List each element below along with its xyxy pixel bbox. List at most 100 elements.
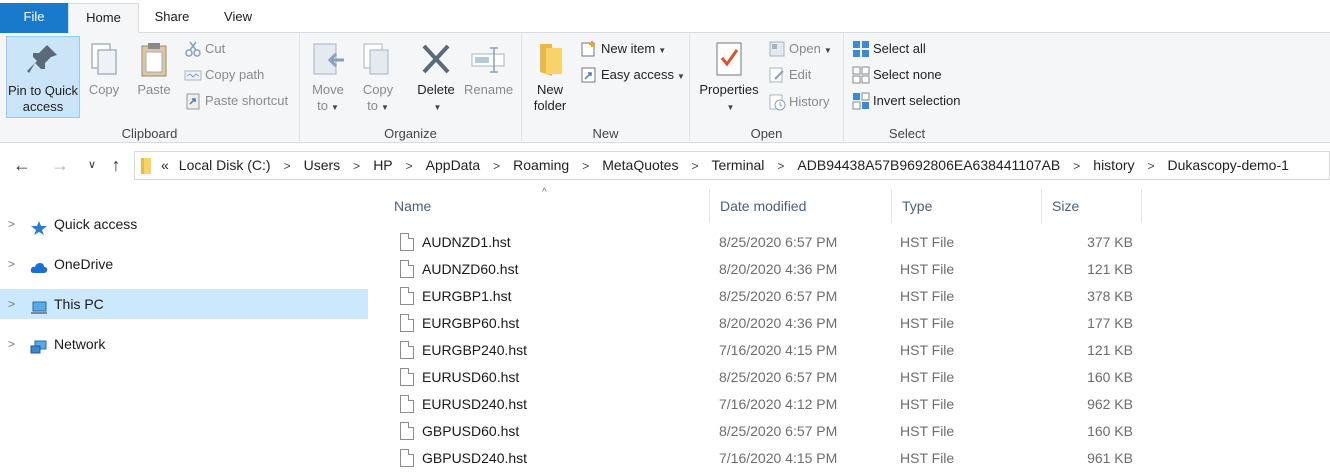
file-date: 8/20/2020 4:36 PM (719, 261, 838, 277)
chevron-right-icon[interactable]: > (582, 153, 589, 180)
file-row[interactable]: AUDNZD60.hst 8/20/2020 4:36 PM HST File 121… (384, 256, 1144, 283)
file-size: 377 KB (1087, 234, 1133, 250)
file-row[interactable]: EURGBP60.hst 8/20/2020 4:36 PM HST File 177… (384, 310, 1144, 337)
file-icon (400, 395, 414, 413)
rename-button[interactable]: Rename (464, 36, 514, 98)
pin-to-quick-access-button[interactable]: Pin to Quick access (6, 36, 80, 118)
nav-item-quick-access[interactable]: > Quick access (0, 209, 368, 239)
nav-item-onedrive[interactable]: > OneDrive (0, 249, 368, 279)
forward-button[interactable]: → (48, 153, 72, 177)
column-header-date[interactable]: Date modified (710, 189, 892, 223)
rename-label: Rename (464, 82, 514, 97)
pin-label-1: Pin to Quick (7, 83, 79, 98)
chevron-right-icon[interactable]: > (1148, 153, 1155, 180)
chevron-right-icon[interactable]: > (284, 153, 291, 180)
select-all-icon (852, 40, 870, 58)
select-all-button[interactable]: Select all (852, 38, 926, 60)
tab-view[interactable]: View (205, 3, 271, 33)
chevron-down-icon: ▼ (823, 46, 832, 55)
file-type: HST File (900, 261, 955, 277)
copy-button[interactable]: Copy (84, 36, 124, 98)
copy-path-label: Copy path (205, 67, 265, 82)
file-row[interactable]: EURUSD240.hst 7/16/2020 4:12 PM HST File 96… (384, 391, 1144, 418)
tab-home[interactable]: Home (68, 3, 139, 34)
file-row[interactable]: AUDNZD1.hst 8/25/2020 6:57 PM HST File 377 … (384, 229, 1144, 256)
file-row[interactable]: GBPUSD60.hst 8/25/2020 6:57 PM HST File 160… (384, 418, 1144, 445)
file-icon (400, 368, 414, 386)
up-button[interactable]: ↑ (104, 153, 128, 177)
file-type: HST File (900, 396, 955, 412)
select-none-button[interactable]: Select none (852, 64, 942, 86)
file-date: 8/20/2020 4:36 PM (719, 315, 838, 331)
paste-shortcut-label: Paste shortcut (205, 93, 289, 108)
breadcrumb-item[interactable]: Roaming (513, 152, 569, 179)
file-icon (400, 233, 414, 251)
chevron-right-icon[interactable]: > (406, 153, 413, 180)
recent-locations-button[interactable]: ∨ (80, 153, 104, 177)
tab-file[interactable]: File (0, 3, 68, 33)
chevron-right-icon: > (8, 297, 16, 311)
open-group: Properties ▼ Open ▼ Edit History Open (690, 33, 844, 143)
column-header-type[interactable]: Type (892, 189, 1042, 223)
nav-item-network[interactable]: > Network (0, 329, 368, 359)
delete-x-icon (418, 40, 454, 78)
column-header-size[interactable]: Size (1042, 189, 1142, 223)
chevron-right-icon[interactable]: > (777, 153, 784, 180)
file-size: 961 KB (1087, 450, 1133, 466)
copy-to-label-1: Copy (362, 82, 394, 97)
paste-button[interactable]: Paste (132, 36, 176, 98)
breadcrumb-item[interactable]: Local Disk (C:) (179, 152, 271, 179)
chevron-right-icon[interactable]: > (353, 153, 360, 180)
breadcrumb-item[interactable]: HP (373, 152, 392, 179)
new-item-button[interactable]: New item ▼ (580, 38, 666, 60)
new-folder-button[interactable]: New folder (530, 36, 570, 114)
chevron-right-icon[interactable]: > (493, 153, 500, 180)
file-name: EURUSD240.hst (422, 396, 528, 412)
paste-shortcut-button[interactable]: Paste shortcut (184, 90, 288, 112)
breadcrumb: Local Disk (C:) > Users > HP > AppData > Roaming… (179, 157, 1289, 173)
column-header-name[interactable]: ^ Name (384, 187, 710, 223)
pin-label-2: access (22, 99, 64, 114)
breadcrumb-item[interactable]: Terminal (711, 152, 764, 179)
breadcrumb-item[interactable]: ADB94438A57B9692806EA638441107AB (797, 152, 1060, 179)
easy-access-button[interactable]: Easy access ▼ (580, 64, 685, 86)
file-row[interactable]: EURGBP1.hst 8/25/2020 6:57 PM HST File 378 … (384, 283, 1144, 310)
edit-icon (768, 66, 786, 84)
file-row[interactable]: GBPUSD240.hst 7/16/2020 4:15 PM HST File 96… (384, 445, 1144, 472)
breadcrumb-item[interactable]: MetaQuotes (602, 152, 678, 179)
delete-button[interactable]: Delete ▼ (414, 36, 458, 116)
file-date: 7/16/2020 4:12 PM (719, 396, 838, 412)
organize-group-label: Organize (384, 126, 437, 141)
nav-item-this-pc[interactable]: > This PC (0, 289, 368, 319)
file-name: EURUSD60.hst (422, 369, 520, 385)
back-button[interactable]: ← (10, 153, 34, 177)
ribbon: Pin to Quick access Copy Paste Cut Copy … (0, 33, 1330, 143)
breadcrumb-item[interactable]: Dukascopy-demo-1 (1168, 152, 1289, 179)
open-button[interactable]: Open ▼ (768, 38, 832, 60)
breadcrumb-item[interactable]: Users (304, 152, 341, 179)
file-date: 7/16/2020 4:15 PM (719, 450, 838, 466)
copy-path-button[interactable]: Copy path (184, 64, 264, 86)
breadcrumb-overflow[interactable]: « (161, 157, 169, 173)
chevron-right-icon[interactable]: > (691, 153, 698, 180)
tab-share[interactable]: Share (139, 3, 205, 33)
breadcrumb-item[interactable]: AppData (426, 152, 480, 179)
chevron-right-icon[interactable]: > (1073, 153, 1080, 180)
select-none-icon (852, 66, 870, 84)
address-bar[interactable]: «Local Disk (C:) > Users > HP > AppData > Roamin… (134, 151, 1330, 180)
file-row[interactable]: EURGBP240.hst 7/16/2020 4:15 PM HST File 12… (384, 337, 1144, 364)
new-group-label: New (592, 126, 619, 141)
copy-label: Copy (88, 82, 120, 97)
file-row[interactable]: EURUSD60.hst 8/25/2020 6:57 PM HST File 160… (384, 364, 1144, 391)
move-to-label-2: to (317, 98, 328, 113)
move-to-button[interactable]: Move to ▼ (308, 36, 348, 116)
copy-to-button[interactable]: Copy to ▼ (358, 36, 398, 116)
file-size: 160 KB (1087, 369, 1133, 385)
edit-button[interactable]: Edit (768, 64, 811, 86)
breadcrumb-item[interactable]: history (1093, 152, 1134, 179)
cut-button[interactable]: Cut (184, 38, 225, 60)
invert-selection-button[interactable]: Invert selection (852, 90, 960, 112)
file-icon (400, 449, 414, 467)
properties-button[interactable]: Properties ▼ (696, 36, 762, 116)
history-button[interactable]: History (768, 91, 829, 113)
